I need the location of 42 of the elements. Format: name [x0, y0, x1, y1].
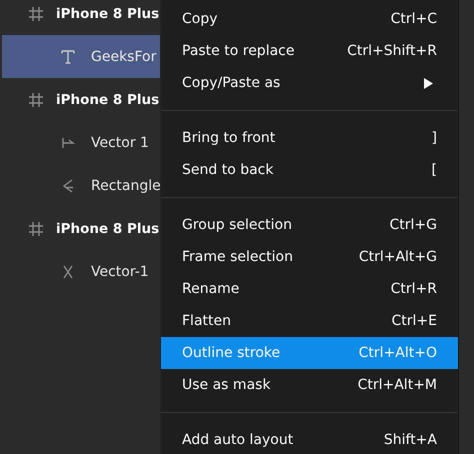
layer-name: iPhone 8 Plus	[56, 6, 160, 22]
menu-item[interactable]: Outline stroke Ctrl+Alt+O	[161, 337, 458, 369]
shortcut-label: Ctrl+R	[390, 281, 437, 297]
shortcut-label: [	[432, 162, 437, 178]
layer-row[interactable]: iPhone 8 Plus	[2, 78, 160, 121]
frame-icon	[28, 220, 44, 236]
shortcut-label: Ctrl+G	[390, 217, 437, 233]
text-icon	[60, 48, 76, 64]
shortcut-label: Shift+A	[384, 432, 437, 448]
menu-item[interactable]: Rename Ctrl+R	[161, 273, 458, 305]
shortcut-label: Ctrl+E	[392, 313, 437, 329]
shortcut-label: ]	[432, 130, 437, 146]
menu-item[interactable]: Paste to replace Ctrl+Shift+R	[161, 35, 458, 67]
layer-name: Vector 1	[91, 134, 149, 150]
layer-row[interactable]: iPhone 8 Plus	[2, 0, 160, 35]
shortcut-label: Ctrl+Alt+O	[358, 345, 437, 361]
menu-item[interactable]: Bring to front ]	[161, 122, 458, 154]
menu-item[interactable]: Group selection Ctrl+G	[161, 209, 458, 241]
shortcut-label: Ctrl+Alt+G	[358, 249, 437, 265]
menu-item[interactable]: Copy Ctrl+C	[161, 3, 458, 35]
menu-item[interactable]: Use as mask Ctrl+Alt+M	[161, 369, 458, 401]
menu-item[interactable]: Frame selection Ctrl+Alt+G	[161, 241, 458, 273]
menu-item[interactable]: Send to back [	[161, 154, 458, 186]
menu-item[interactable]: Add auto layout Shift+A	[161, 424, 458, 454]
angle-shape-icon	[60, 178, 76, 194]
layer-row[interactable]: Vector 1	[2, 121, 160, 164]
shortcut-label: Ctrl+Shift+R	[347, 43, 437, 59]
layer-row[interactable]: iPhone 8 Plus	[2, 207, 160, 250]
layer-row[interactable]: Rectangle	[2, 164, 160, 207]
menu-item[interactable]: Copy/Paste as	[161, 67, 458, 99]
layer-name: iPhone 8 Plus	[56, 92, 160, 108]
layer-name: GeeksFor	[91, 48, 156, 64]
layer-row[interactable]: Vector-1	[2, 250, 160, 293]
frame-icon	[28, 92, 44, 108]
layer-name: iPhone 8 Plus	[56, 220, 160, 236]
layer-name: Vector-1	[91, 264, 149, 280]
frame-icon	[28, 6, 44, 22]
layer-name: Rectangle	[91, 178, 161, 194]
shortcut-label: Ctrl+C	[390, 11, 437, 27]
layer-row[interactable]: GeeksFor	[2, 35, 160, 78]
menu-item[interactable]: Flatten Ctrl+E	[161, 305, 458, 337]
shortcut-label: Ctrl+Alt+M	[358, 377, 437, 393]
